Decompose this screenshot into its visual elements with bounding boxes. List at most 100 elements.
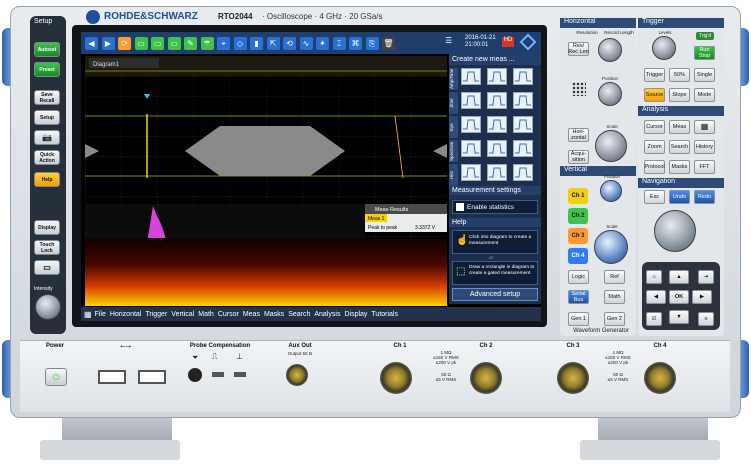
resolution-knob[interactable] (598, 38, 622, 62)
meas-category-tab[interactable]: Hist (449, 164, 458, 186)
slope-button[interactable]: Slope (669, 88, 690, 102)
ch3-button[interactable]: Ch 3 (568, 228, 588, 244)
toolbar-tool-11-icon[interactable]: ⇱ (266, 37, 280, 50)
menu-item-search[interactable]: Search (288, 311, 310, 318)
toolbar-tool-5-icon[interactable]: ▭ (167, 37, 181, 50)
logic-button[interactable]: Logic (568, 270, 589, 284)
power-button[interactable]: ⏻ (45, 368, 67, 386)
meas-type-thumb[interactable] (487, 116, 507, 133)
navigation-knob[interactable] (654, 210, 696, 252)
meas-type-thumb[interactable] (513, 116, 533, 133)
check-button[interactable]: ☑ (646, 312, 662, 326)
fft-button[interactable]: FFT (694, 160, 715, 174)
meas-type-thumb[interactable] (487, 68, 507, 85)
toolbar-tool-6-icon[interactable]: ✎ (184, 37, 197, 50)
setup-button-8[interactable]: Touch Lock (34, 240, 60, 255)
meas-type-thumb[interactable] (513, 68, 533, 85)
menu-item-math[interactable]: Math (198, 311, 214, 318)
esc-button[interactable]: Esc (644, 190, 665, 204)
menu-item-analysis[interactable]: Analysis (314, 311, 340, 318)
menu-item-file[interactable]: File (95, 311, 106, 318)
aux-out-connector[interactable] (286, 364, 308, 386)
meas-type-thumb[interactable] (487, 92, 507, 109)
toolbar-tool-16-icon[interactable]: ⌘ (349, 37, 362, 50)
toolbar-tool-1-icon[interactable]: ▶ (101, 37, 115, 50)
meas-type-thumb[interactable] (513, 92, 533, 109)
meas-type-thumb[interactable] (487, 164, 507, 181)
toolbar-tool-18-icon[interactable]: 🗑 (382, 37, 395, 50)
ch1-connector[interactable] (380, 362, 412, 394)
vertical-position-knob[interactable] (600, 180, 622, 202)
menu-item-masks[interactable]: Masks (264, 311, 284, 318)
nav-down-button[interactable]: ▼ (669, 310, 689, 324)
setup-button-5[interactable]: Quick Action (34, 150, 60, 165)
run-stop-button[interactable]: Run Stop (694, 46, 715, 60)
protocol-button[interactable]: Protocol (644, 160, 665, 174)
nav-up-button[interactable]: ▲ (669, 270, 689, 284)
display-screen[interactable]: ◀ ▶ ⟳ ▭ ▭ ▭ ✎ ☂ ⌖ ◇ ▮ ⇱ ⟲ ∿ ✦ ⌶ ⌘ ⎘ 🗑 ☰ 2016-01-21 21:00:0… (81, 32, 541, 321)
nav-right-button[interactable]: ▶ (692, 290, 712, 304)
toolbar-tool-4-icon[interactable]: ▭ (151, 37, 164, 50)
menu-item-cursor[interactable]: Cursor (218, 311, 239, 318)
res-rec-len-button[interactable]: Res/ Rec Len (568, 42, 589, 56)
probe-ground-pin[interactable] (234, 372, 246, 377)
trigger-level-knob[interactable] (652, 36, 676, 60)
meas-type-thumb[interactable] (461, 92, 481, 109)
meas-category-tab[interactable]: Spectrum (449, 140, 458, 162)
math-button[interactable]: Math (604, 290, 625, 304)
grid-layout-button[interactable]: ▦ (694, 120, 715, 134)
setup-button-6[interactable]: Help (34, 172, 60, 187)
home-button[interactable]: ⌂ (646, 270, 662, 284)
meas-type-thumb[interactable] (513, 164, 533, 181)
menu-item-vertical[interactable]: Vertical (171, 311, 194, 318)
toolbar-tool-10-icon[interactable]: ▮ (250, 37, 263, 50)
meas-button[interactable]: Meas (669, 120, 690, 134)
ch4-connector[interactable] (644, 362, 676, 394)
horizontal-position-knob[interactable] (598, 82, 622, 106)
meas-type-thumb[interactable] (461, 116, 481, 133)
menu-item-tutorials[interactable]: Tutorials (371, 311, 398, 318)
toolbar-tool-17-icon[interactable]: ⎘ (365, 37, 379, 50)
toolbar-tool-7-icon[interactable]: ☂ (200, 37, 214, 50)
ch2-connector[interactable] (470, 362, 502, 394)
mode-button[interactable]: Mode (694, 88, 715, 102)
setup-button-7[interactable]: Display (34, 220, 60, 235)
toolbar-tool-3-icon[interactable]: ▭ (134, 37, 148, 50)
fifty-percent-button[interactable]: 50% (669, 68, 690, 82)
intensity-knob[interactable] (35, 294, 61, 320)
ch2-button[interactable]: Ch 2 (568, 208, 588, 224)
settings-sliders-icon[interactable]: ☰ (445, 36, 453, 46)
acquisition-button[interactable]: Acqui- sition (568, 150, 589, 164)
meas-category-tab[interactable]: Amp/Time (449, 68, 458, 90)
menu-button[interactable]: ≡ (698, 312, 714, 326)
undo-button[interactable]: Undo (669, 190, 690, 204)
usb-port-2[interactable] (138, 370, 166, 384)
ch4-button[interactable]: Ch 4 (568, 248, 588, 264)
meas-type-thumb[interactable] (487, 140, 507, 157)
source-button[interactable]: Source (644, 88, 665, 102)
setup-button-0[interactable]: Autoset (34, 42, 60, 57)
meas-category-tab[interactable]: Eye (449, 116, 458, 138)
apps-grid-icon[interactable]: ▦ (84, 310, 92, 319)
setup-button-3[interactable]: Setup (34, 110, 60, 125)
trigger-button[interactable]: Trigger (644, 68, 665, 82)
vertical-scale-knob[interactable] (594, 230, 628, 264)
history-button[interactable]: History (694, 140, 715, 154)
horizontal-button[interactable]: Hori- zontal (568, 128, 589, 142)
window-button[interactable]: ▭ (34, 260, 60, 275)
search-button[interactable]: Search (669, 140, 690, 154)
toolbar-tool-8-icon[interactable]: ⌖ (217, 37, 230, 50)
ok-button[interactable]: OK (669, 290, 689, 304)
probe-comp-jack[interactable] (188, 368, 202, 382)
meas-category-tab[interactable]: Jitter (449, 92, 458, 114)
setup-button-2[interactable]: Save Recall (34, 90, 60, 105)
ref-button[interactable]: Ref (604, 270, 625, 284)
meas-type-thumb[interactable] (461, 140, 481, 157)
meas-type-thumb[interactable] (461, 164, 481, 181)
toolbar-tool-13-icon[interactable]: ∿ (299, 37, 313, 50)
menu-item-horizontal[interactable]: Horizontal (110, 311, 142, 318)
spectrogram-plot[interactable] (85, 238, 447, 306)
gen1-button[interactable]: Gen 1 (568, 312, 589, 326)
menu-item-meas[interactable]: Meas (243, 311, 260, 318)
ch1-button[interactable]: Ch 1 (568, 188, 588, 204)
